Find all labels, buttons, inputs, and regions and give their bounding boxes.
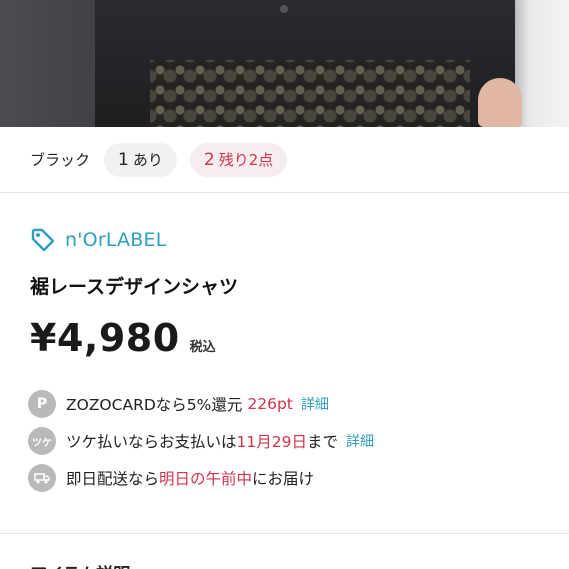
lace-hem-pattern	[150, 60, 470, 127]
size-number: 2	[203, 149, 215, 170]
stock-status: あり	[132, 151, 163, 169]
delivery-row: 即日配送なら 明日の午前中 にお届け	[28, 464, 314, 492]
size-number: 1	[118, 149, 129, 170]
delivery-text: 即日配送なら	[66, 470, 160, 488]
deferred-payment-detail-link[interactable]: 詳細	[346, 431, 374, 451]
stock-status: 残り2点	[218, 151, 274, 169]
tag-icon	[31, 228, 55, 252]
price-amount: ¥4,980	[30, 316, 180, 360]
truck-shape	[34, 473, 50, 484]
delivery-time: 明日の午前中	[159, 470, 253, 488]
size-option-1[interactable]: 1 あり	[104, 142, 177, 177]
truck-icon	[28, 464, 56, 492]
deferred-payment-row: ツケ ツケ払いならお支払いは 11月29日 まで 詳細	[28, 427, 374, 455]
section-divider	[0, 533, 569, 534]
zozocard-detail-link[interactable]: 詳細	[301, 394, 329, 414]
variant-selector: ブラック 1 あり 2 残り2点	[0, 127, 569, 193]
size-option-2[interactable]: 2 残り2点	[189, 142, 288, 177]
zozocard-points-row: P ZOZOCARDなら5%還元 226pt 詳細	[28, 390, 329, 418]
point-icon: P	[28, 390, 56, 418]
deferred-payment-icon: ツケ	[28, 427, 56, 455]
product-title: 裾レースデザインシャツ	[30, 276, 239, 298]
deferred-payment-suffix: まで	[306, 433, 338, 451]
zozocard-text: ZOZOCARDなら5%還元	[66, 396, 243, 414]
payment-date: 11月29日	[236, 433, 307, 451]
delivery-suffix: にお届け	[252, 470, 315, 488]
deferred-payment-text: ツケ払いならお支払いは	[66, 433, 237, 451]
product-image[interactable]	[0, 0, 569, 127]
shirt-button-detail	[280, 5, 288, 13]
points-value: 226pt	[247, 395, 293, 413]
color-label: ブラック	[30, 151, 91, 169]
item-description-heading: アイテム説明	[30, 560, 130, 569]
brand-name: n'OrLABEL	[65, 229, 167, 251]
price-block: ¥4,980 税込	[30, 316, 216, 360]
brand-link[interactable]: n'OrLABEL	[30, 226, 166, 254]
tax-label: 税込	[189, 340, 216, 355]
model-hand	[478, 78, 522, 127]
